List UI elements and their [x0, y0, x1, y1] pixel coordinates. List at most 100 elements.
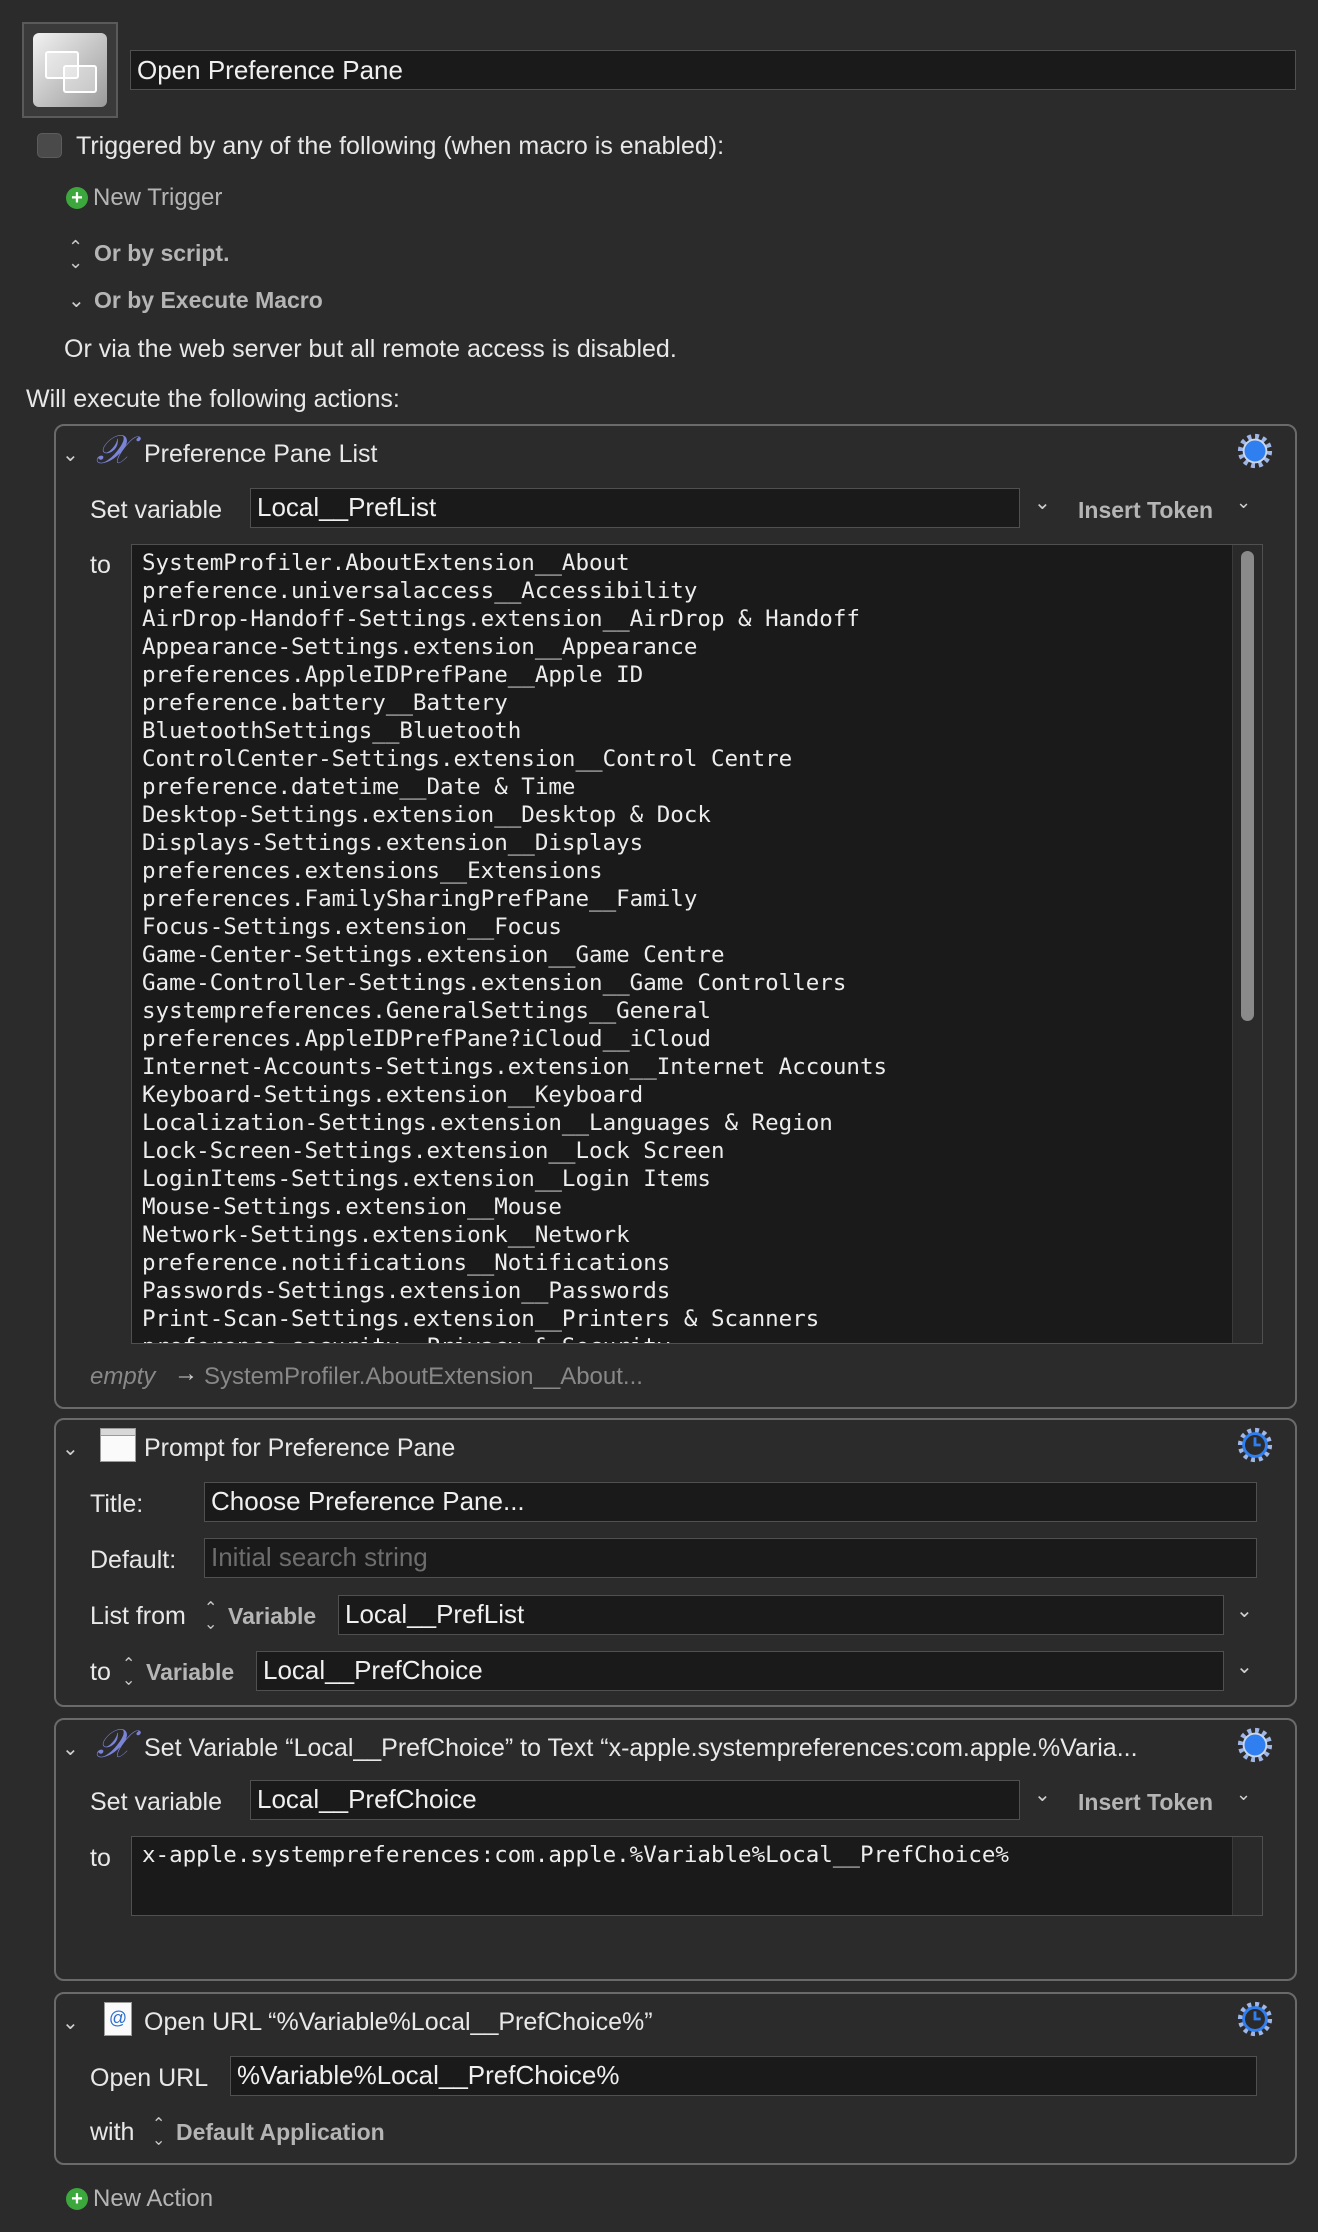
insert-token-chevron-icon[interactable]: ⌄: [1236, 492, 1251, 513]
insert-token-button[interactable]: Insert Token: [1078, 497, 1213, 524]
open-url-label: Open URL: [90, 2064, 209, 2092]
gear-clock-icon[interactable]: [1236, 1426, 1274, 1464]
action-set-variable[interactable]: ⌄ 𝒳 Set Variable “Local__PrefChoice” to …: [54, 1718, 1297, 1981]
list-variable-chevron-icon[interactable]: ⌄: [1236, 1598, 1253, 1623]
url-document-icon: @: [104, 2002, 132, 2036]
window-icon: [100, 1428, 136, 1462]
or-by-execute-label[interactable]: Or by Execute Macro: [94, 287, 323, 314]
text-value[interactable]: x-apple.systempreferences:com.apple.%Var…: [142, 1841, 1009, 1869]
variable-x-icon: 𝒳: [96, 1721, 131, 1767]
variable-x-icon: 𝒳: [96, 427, 131, 473]
to-label: to: [90, 1658, 111, 1686]
scrollbar[interactable]: [1232, 1837, 1262, 1915]
macro-name-field[interactable]: Open Preference Pane: [130, 50, 1296, 90]
new-trigger-link[interactable]: New Trigger: [93, 184, 222, 212]
web-server-note: Or via the web server but all remote acc…: [64, 335, 677, 363]
text-line[interactable]: LoginItems-Settings.extension__Login Ite…: [142, 1165, 887, 1193]
new-action-link[interactable]: New Action: [93, 2185, 213, 2213]
insert-token-button[interactable]: Insert Token: [1078, 1789, 1213, 1816]
text-value-area[interactable]: x-apple.systempreferences:com.apple.%Var…: [131, 1836, 1263, 1916]
text-line[interactable]: preferences.extensions__Extensions: [142, 857, 887, 885]
action-title: Prompt for Preference Pane: [144, 1434, 456, 1462]
url-field[interactable]: %Variable%Local__PrefChoice%: [230, 2056, 1257, 2096]
text-line[interactable]: Internet-Accounts-Settings.extension__In…: [142, 1053, 887, 1081]
list-from-updown-icon[interactable]: ⌃ ⌃: [204, 1601, 217, 1631]
to-label: to: [90, 551, 111, 579]
text-line[interactable]: Print-Scan-Settings.extension__Printers …: [142, 1305, 887, 1333]
insert-token-chevron-icon[interactable]: ⌄: [1236, 1784, 1251, 1805]
default-field[interactable]: Initial search string: [204, 1538, 1257, 1578]
collapse-chevron-icon[interactable]: ⌄: [62, 442, 79, 467]
gear-icon[interactable]: [1236, 1726, 1274, 1764]
text-line[interactable]: preference.notifications__Notifications: [142, 1249, 887, 1277]
text-line[interactable]: preferences.FamilySharingPrefPane__Famil…: [142, 885, 887, 913]
text-line[interactable]: Displays-Settings.extension__Displays: [142, 829, 887, 857]
gear-clock-icon[interactable]: [1236, 2000, 1274, 2038]
text-line[interactable]: preference.datetime__Date & Time: [142, 773, 887, 801]
text-line[interactable]: Network-Settings.extensionk__Network: [142, 1221, 887, 1249]
or-by-script-label[interactable]: Or by script.: [94, 240, 229, 267]
action-open-url[interactable]: ⌄ @ Open URL “%Variable%Local__PrefChoic…: [54, 1992, 1297, 2165]
text-line[interactable]: systempreferences.GeneralSettings__Gener…: [142, 997, 887, 1025]
text-line[interactable]: SystemProfiler.AboutExtension__About: [142, 549, 887, 577]
action-preference-pane-list[interactable]: ⌄ 𝒳 Preference Pane List Set variable Lo…: [54, 424, 1297, 1409]
text-line[interactable]: AirDrop-Handoff-Settings.extension__AirD…: [142, 605, 887, 633]
text-line[interactable]: Game-Controller-Settings.extension__Game…: [142, 969, 887, 997]
text-line[interactable]: BluetoothSettings__Bluetooth: [142, 717, 887, 745]
trigger-checkbox[interactable]: [37, 133, 62, 158]
text-line[interactable]: Game-Center-Settings.extension__Game Cen…: [142, 941, 887, 969]
text-line[interactable]: preferences.AppleIDPrefPane?iCloud__iClo…: [142, 1025, 887, 1053]
to-variable-field[interactable]: Local__PrefChoice: [256, 1651, 1224, 1691]
text-line[interactable]: Keyboard-Settings.extension__Keyboard: [142, 1081, 887, 1109]
will-execute-label: Will execute the following actions:: [26, 385, 400, 413]
variable-dropdown-chevron-icon[interactable]: ⌄: [1034, 490, 1051, 515]
or-by-script-updown-icon[interactable]: ⌃ ⌃: [68, 238, 83, 271]
text-line[interactable]: Passwords-Settings.extension__Passwords: [142, 1277, 887, 1305]
to-variable-popup[interactable]: Variable: [146, 1659, 234, 1686]
text-line[interactable]: preference.security__Privacy & Security: [142, 1333, 887, 1343]
variable-dropdown-chevron-icon[interactable]: ⌄: [1034, 1782, 1051, 1807]
scrollbar[interactable]: [1232, 545, 1262, 1343]
arrow-right-icon: →: [174, 1360, 198, 1387]
text-value-area[interactable]: SystemProfiler.AboutExtension__About pref…: [131, 544, 1263, 1344]
collapse-chevron-icon[interactable]: ⌄: [62, 2010, 79, 2035]
collapse-chevron-icon[interactable]: ⌄: [62, 1736, 79, 1761]
text-line[interactable]: preference.universalaccess__Accessibilit…: [142, 577, 887, 605]
text-line[interactable]: preferences.AppleIDPrefPane__Apple ID: [142, 661, 887, 689]
set-variable-label: Set variable: [90, 496, 223, 524]
with-label: with: [90, 2118, 135, 2146]
new-trigger-plus-icon[interactable]: +: [66, 187, 88, 209]
application-popup[interactable]: Default Application: [176, 2119, 385, 2146]
text-line[interactable]: Focus-Settings.extension__Focus: [142, 913, 887, 941]
text-line[interactable]: Appearance-Settings.extension__Appearanc…: [142, 633, 887, 661]
new-action-plus-icon[interactable]: +: [66, 2188, 88, 2210]
scrollbar-thumb[interactable]: [1241, 551, 1254, 1021]
trigger-label: Triggered by any of the following (when …: [76, 132, 725, 160]
application-updown-icon[interactable]: ⌃ ⌃: [152, 2117, 165, 2147]
title-label: Title:: [90, 1490, 144, 1518]
to-updown-icon[interactable]: ⌃ ⌃: [122, 1657, 135, 1687]
macro-icon[interactable]: [22, 22, 118, 118]
or-by-execute-chevron-icon[interactable]: ⌄: [68, 288, 85, 313]
collapse-chevron-icon[interactable]: ⌄: [62, 1436, 79, 1461]
list-from-variable-popup[interactable]: Variable: [228, 1603, 316, 1630]
footer-value: SystemProfiler.AboutExtension__About...: [204, 1363, 643, 1390]
action-title: Set Variable “Local__PrefChoice” to Text…: [144, 1734, 1138, 1762]
action-title: Preference Pane List: [144, 440, 378, 468]
text-line[interactable]: Localization-Settings.extension__Languag…: [142, 1109, 887, 1137]
action-prompt-for-preference-pane[interactable]: ⌄ Prompt for Preference Pane Title: Choo…: [54, 1418, 1297, 1707]
to-variable-chevron-icon[interactable]: ⌄: [1236, 1654, 1253, 1679]
text-line[interactable]: Mouse-Settings.extension__Mouse: [142, 1193, 887, 1221]
text-line[interactable]: ControlCenter-Settings.extension__Contro…: [142, 745, 887, 773]
macro-icon-image: [33, 33, 107, 107]
text-value-lines[interactable]: SystemProfiler.AboutExtension__About pref…: [142, 549, 887, 1343]
list-variable-field[interactable]: Local__PrefList: [338, 1595, 1224, 1635]
gear-icon[interactable]: [1236, 432, 1274, 470]
text-line[interactable]: preference.battery__Battery: [142, 689, 887, 717]
footer-empty-label: empty: [90, 1363, 156, 1390]
variable-name-field[interactable]: Local__PrefList: [250, 488, 1020, 528]
text-line[interactable]: Lock-Screen-Settings.extension__Lock Scr…: [142, 1137, 887, 1165]
title-field[interactable]: Choose Preference Pane...: [204, 1482, 1257, 1522]
text-line[interactable]: Desktop-Settings.extension__Desktop & Do…: [142, 801, 887, 829]
variable-name-field[interactable]: Local__PrefChoice: [250, 1780, 1020, 1820]
